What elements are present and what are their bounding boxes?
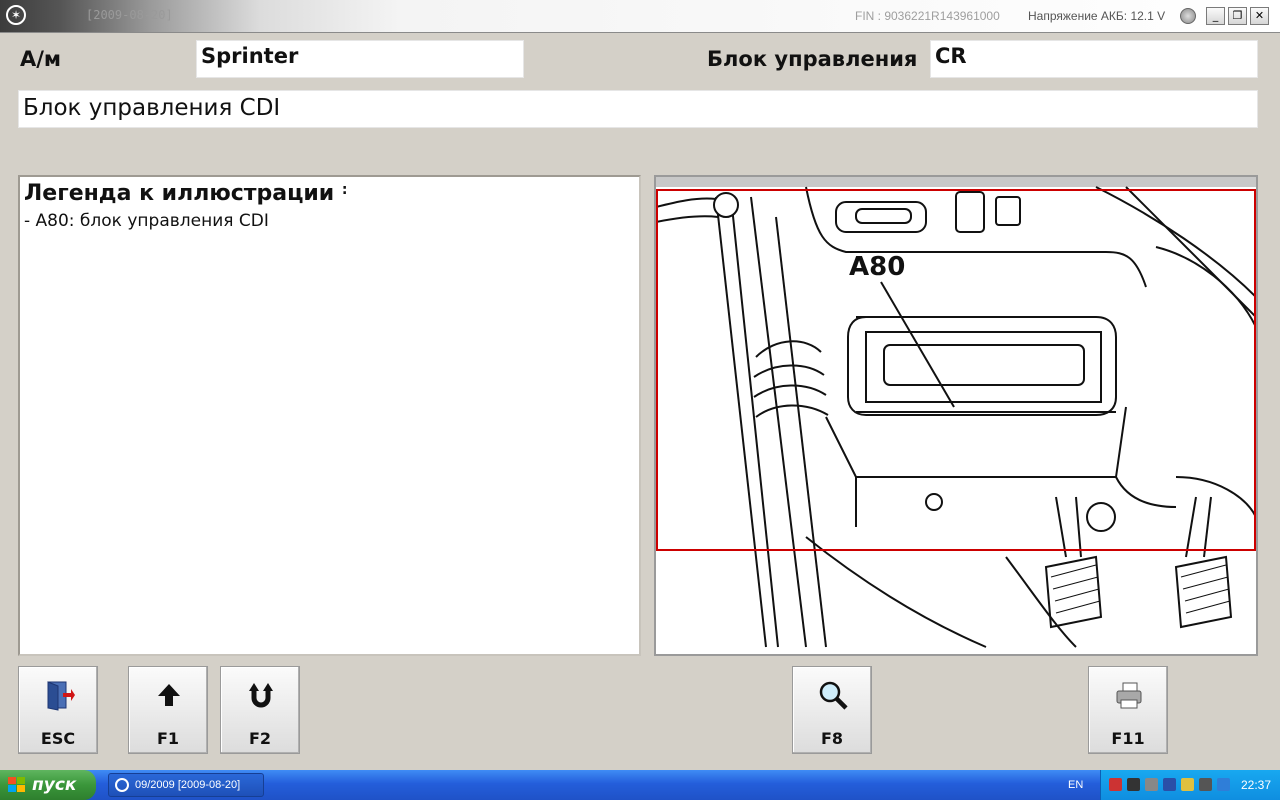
clock-app-icon[interactable] xyxy=(1145,778,1158,791)
monitor-icon[interactable] xyxy=(1199,778,1212,791)
minimize-button[interactable]: _ xyxy=(1206,7,1225,25)
magnifier-icon xyxy=(819,681,848,710)
esc-button[interactable]: ESC xyxy=(18,666,98,754)
f8-label: F8 xyxy=(820,729,844,748)
window-title: [2009-08-20] xyxy=(86,8,173,22)
esc-label: ESC xyxy=(40,729,76,748)
windows-flag-icon xyxy=(8,777,25,792)
start-label: пуск xyxy=(32,775,77,795)
vehicle-field: Sprinter xyxy=(196,40,524,78)
tool-icon[interactable] xyxy=(1181,778,1194,791)
display-icon[interactable] xyxy=(1217,778,1230,791)
restore-button[interactable]: ❐ xyxy=(1228,7,1247,25)
f1-button[interactable]: F1 xyxy=(128,666,208,754)
f8-button[interactable]: F8 xyxy=(792,666,872,754)
control-unit-field: CR xyxy=(930,40,1258,78)
dashboard-diagram: A80 xyxy=(656,177,1256,648)
f2-button[interactable]: F2 xyxy=(220,666,300,754)
system-tray: 22:37 xyxy=(1100,770,1280,800)
usb-icon[interactable] xyxy=(1163,778,1176,791)
network-icon[interactable] xyxy=(1109,778,1122,791)
taskbar: пуск 09/2009 [2009-08-20] EN 22:37 xyxy=(0,770,1280,800)
legend-title: Легенда к иллюстрации : xyxy=(24,181,348,206)
exit-door-icon xyxy=(47,681,75,711)
gauge-icon xyxy=(1180,8,1196,24)
legend-panel: Легенда к иллюстрации : - A80: блок упра… xyxy=(18,175,641,656)
highlight-frame xyxy=(656,189,1256,551)
taskbar-item[interactable]: 09/2009 [2009-08-20] xyxy=(108,773,264,797)
control-unit-label: Блок управления xyxy=(707,47,918,71)
security-icon[interactable] xyxy=(1127,778,1140,791)
illustration-panel[interactable]: A80 xyxy=(654,175,1258,656)
title-bar: ✶ [2009-08-20] FIN : 9036221R143961000 Н… xyxy=(0,0,1280,33)
callout-label: A80 xyxy=(849,252,905,282)
f11-label: F11 xyxy=(1111,729,1145,748)
printer-icon xyxy=(1116,682,1142,709)
mercedes-star-icon: ✶ xyxy=(6,5,26,25)
f1-label: F1 xyxy=(156,729,180,748)
f2-label: F2 xyxy=(248,729,272,748)
taskbar-item-label: 09/2009 [2009-08-20] xyxy=(135,779,241,791)
start-button[interactable]: пуск xyxy=(0,770,96,800)
mercedes-star-icon xyxy=(115,778,129,792)
f11-button[interactable]: F11 xyxy=(1088,666,1168,754)
clock: 22:37 xyxy=(1240,778,1271,792)
legend-item: - A80: блок управления CDI xyxy=(24,211,269,231)
arrow-up-icon xyxy=(158,684,180,706)
fin-readout: FIN : 9036221R143961000 xyxy=(855,9,1000,23)
u-turn-icon xyxy=(249,683,273,708)
battery-voltage: Напряжение АКБ: 12.1 V xyxy=(1028,9,1166,23)
language-indicator[interactable]: EN xyxy=(1068,779,1083,791)
description-field: Блок управления CDI xyxy=(18,90,1258,128)
vehicle-label: А/м xyxy=(20,47,62,71)
close-button[interactable]: ✕ xyxy=(1250,7,1269,25)
